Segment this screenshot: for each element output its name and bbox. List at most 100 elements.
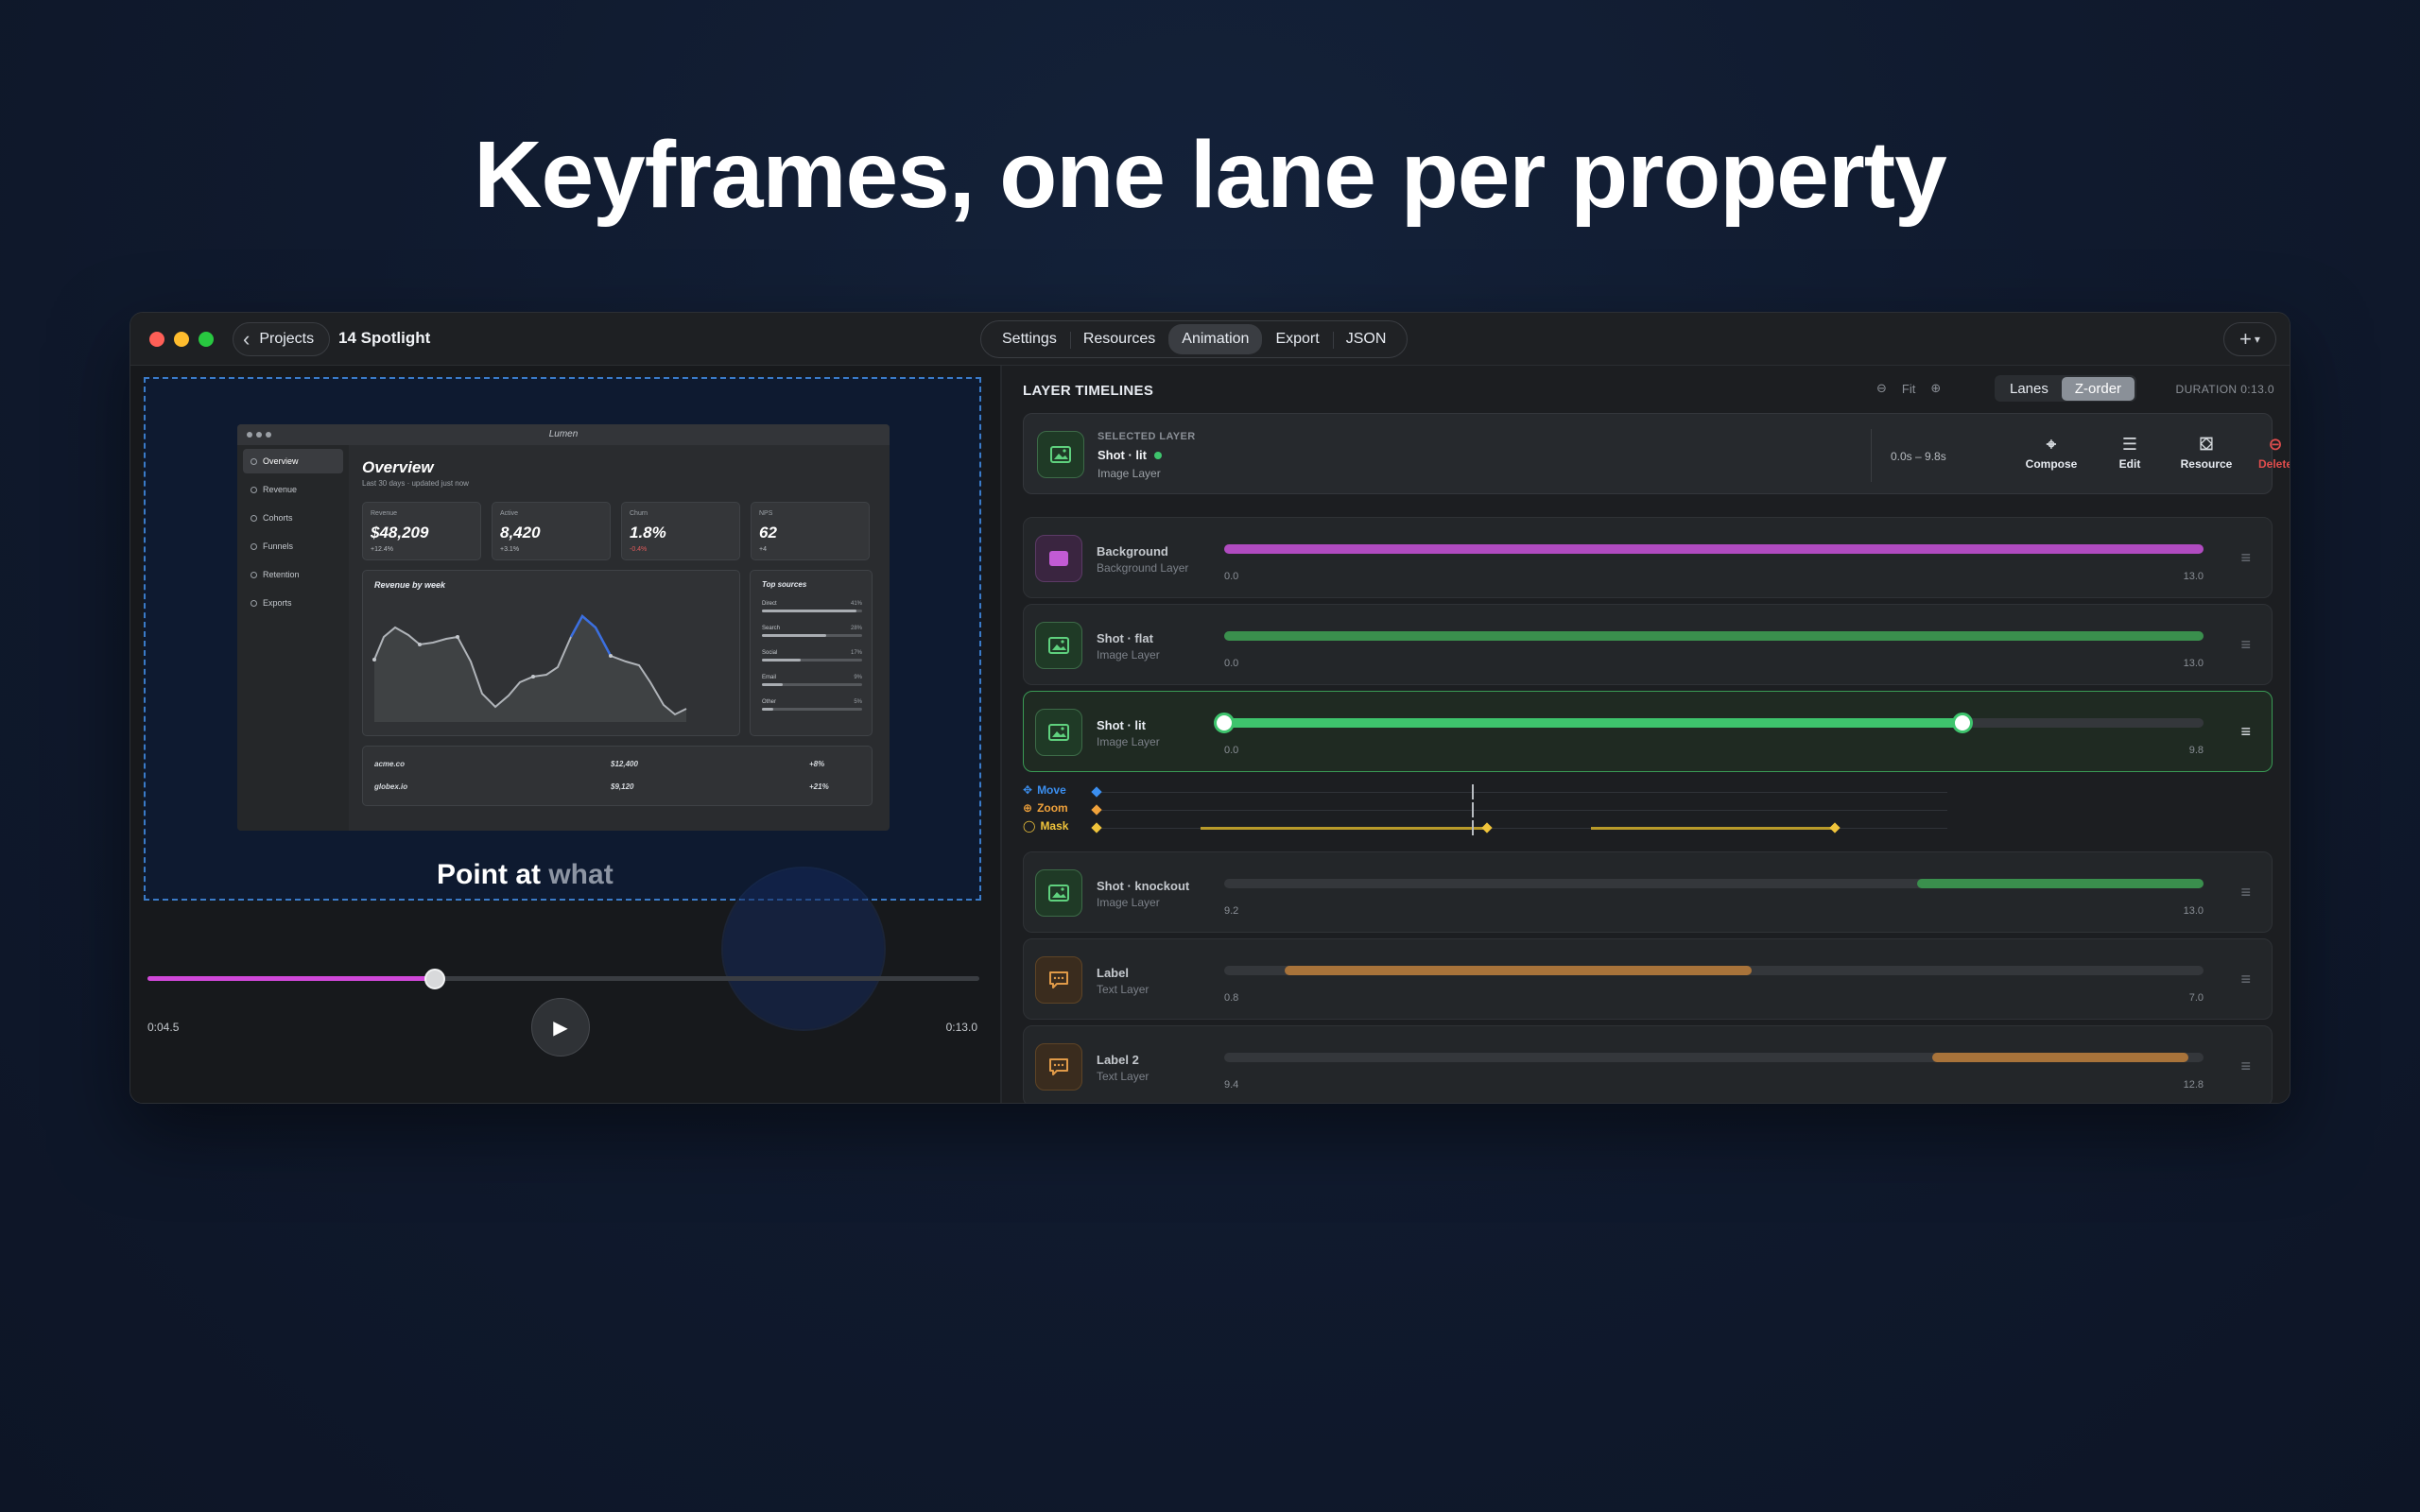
drag-handle-icon[interactable]: ≡ [2240, 1057, 2251, 1076]
preview-canvas[interactable]: Lumen Overview Revenue Cohorts Funnels R… [144, 377, 981, 901]
app-window: ‹ Projects 14 Spotlight Settings Resourc… [130, 312, 2290, 1104]
property-track[interactable] [1091, 784, 1947, 799]
add-menu-button[interactable]: + ▾ [2223, 322, 2276, 356]
drag-handle-icon[interactable]: ≡ [2240, 722, 2251, 742]
tab-json[interactable]: JSON [1333, 324, 1400, 354]
selected-layer-name: Shot · lit [1098, 448, 1162, 462]
fit-button[interactable]: Fit [1902, 382, 1915, 396]
main-tabs: Settings Resources Animation Export JSON [980, 320, 1409, 358]
mock-heading: Overview [362, 458, 434, 476]
mock-sidebar: Overview Revenue Cohorts Funnels Retenti… [237, 445, 349, 831]
tab-animation[interactable]: Animation [1168, 324, 1263, 354]
range-end-handle[interactable] [1951, 713, 1973, 733]
mock-nav-item: Funnels [243, 534, 343, 558]
layer-range-bar[interactable] [1224, 544, 2204, 554]
keyframe-diamond[interactable] [1481, 822, 1493, 833]
playback-scrubber[interactable] [147, 969, 979, 989]
layer-type: Image Layer [1097, 735, 1160, 748]
layer-range-bar[interactable] [1224, 718, 1962, 728]
layer-lane-label[interactable]: Label Text Layer 0.8 7.0 ≡ [1023, 938, 2273, 1020]
lanes-mode-button[interactable]: Lanes [1996, 377, 2062, 401]
timelines-pane: LAYER TIMELINES ⊖ Fit ⊕ Lanes Z-order DU… [1002, 366, 2290, 1103]
layer-name: Shot · lit [1097, 718, 1146, 732]
property-lane-zoom: ⊕ Zoom [1023, 801, 1968, 818]
property-label[interactable]: ◯ Mask [1023, 819, 1068, 833]
minus-circle-icon: ⊖ [2268, 435, 2283, 454]
move-arrows-icon: ✥ [1023, 783, 1033, 797]
layer-start: 0.0 [1224, 745, 1239, 756]
property-track[interactable] [1091, 820, 1947, 835]
layer-type: Image Layer [1097, 896, 1160, 909]
layer-lane-shot-flat[interactable]: Shot · flat Image Layer 0.0 13.0 ≡ [1023, 604, 2273, 685]
mock-nav-item: Retention [243, 562, 343, 587]
layer-lane-background[interactable]: Background Background Layer 0.0 13.0 ≡ [1023, 517, 2273, 598]
layer-lane-label-2[interactable]: Label 2 Text Layer 9.4 12.8 ≡ [1023, 1025, 2273, 1103]
layer-range-bar[interactable] [1917, 879, 2204, 888]
tab-resources[interactable]: Resources [1070, 324, 1168, 354]
hero-title: Keyframes, one lane per property [474, 122, 1946, 228]
layer-track[interactable] [1224, 544, 2204, 554]
tab-settings[interactable]: Settings [989, 324, 1071, 354]
layer-range-bar[interactable] [1224, 631, 2204, 641]
layer-start: 9.2 [1224, 905, 1239, 917]
zoom-in-icon[interactable]: ⊕ [1930, 381, 1941, 396]
layer-lane-shot-knockout[interactable]: Shot · knockout Image Layer 9.2 13.0 ≡ [1023, 851, 2273, 933]
layer-start: 0.8 [1224, 992, 1239, 1004]
drag-handle-icon[interactable]: ≡ [2240, 883, 2251, 902]
delete-button[interactable]: ⊖ Delete [2251, 435, 2290, 471]
resource-button[interactable]: ⛋ Resource [2173, 435, 2239, 471]
zoom-out-icon[interactable]: ⊖ [1876, 381, 1887, 396]
layer-track[interactable] [1224, 879, 2204, 888]
keyframe-diamond[interactable] [1828, 822, 1841, 833]
current-time: 0:04.5 [147, 1021, 180, 1034]
property-label[interactable]: ✥ Move [1023, 783, 1066, 797]
keyframe-diamond[interactable] [1091, 822, 1102, 833]
drag-handle-icon[interactable]: ≡ [2240, 635, 2251, 655]
property-label[interactable]: ⊕ Zoom [1023, 801, 1068, 815]
drag-handle-icon[interactable]: ≡ [2240, 548, 2251, 568]
scrubber-thumb[interactable] [424, 969, 446, 989]
source-bar-fill [762, 634, 827, 637]
layer-type: Background Layer [1097, 561, 1189, 575]
layer-track[interactable] [1214, 713, 2204, 733]
layer-track[interactable] [1224, 966, 2204, 975]
mock-nav-item: Revenue [243, 477, 343, 502]
keyframe-interpolation-segment [1591, 827, 1835, 830]
mock-source-row: Direct 41% [762, 601, 862, 612]
layer-start: 0.0 [1224, 571, 1239, 582]
mock-kpi-card: NPS 62 +4 [751, 502, 870, 560]
image-layer-icon [1037, 431, 1084, 478]
keyframe-diamond[interactable] [1091, 804, 1102, 816]
keyframe-interpolation-segment [1201, 827, 1488, 830]
minimize-window-button[interactable] [174, 332, 189, 347]
mock-chart-svg [372, 614, 687, 722]
keyframe-diamond[interactable] [1091, 786, 1102, 798]
layer-track[interactable] [1224, 631, 2204, 641]
z-order-mode-button[interactable]: Z-order [2061, 376, 2135, 401]
edit-button[interactable]: ☰ Edit [2097, 435, 2163, 471]
mock-nav-item: Overview [243, 449, 343, 473]
duration-readout: DURATION 0:13.0 [2175, 383, 2274, 396]
layer-end: 13.0 [2183, 571, 2204, 582]
back-to-projects-button[interactable]: ‹ Projects [233, 322, 331, 356]
mock-app-screenshot: Lumen Overview Revenue Cohorts Funnels R… [237, 424, 890, 831]
layer-start: 0.0 [1224, 658, 1239, 669]
zoom-window-button[interactable] [199, 332, 214, 347]
layer-track[interactable] [1224, 1053, 2204, 1062]
compose-button[interactable]: ⌖ Compose [2018, 435, 2084, 471]
range-start-handle[interactable] [1214, 713, 1235, 733]
layer-end: 9.8 [2188, 745, 2204, 756]
layer-range-bar[interactable] [1284, 966, 1752, 975]
source-bar-fill [762, 683, 783, 686]
property-track[interactable] [1091, 802, 1947, 817]
close-window-button[interactable] [149, 332, 164, 347]
drag-handle-icon[interactable]: ≡ [2240, 970, 2251, 989]
layer-range-bar[interactable] [1932, 1053, 2189, 1062]
tab-export[interactable]: Export [1262, 324, 1334, 354]
layer-lane-shot-lit[interactable]: Shot · lit Image Layer 0.0 9.8 ≡ [1023, 691, 2273, 772]
source-bar-fill [762, 708, 774, 711]
selected-layer-range: 0.0s – 9.8s [1891, 450, 1946, 463]
playhead-marker [1471, 784, 1474, 799]
layer-end: 7.0 [2188, 992, 2204, 1004]
play-button[interactable]: ▶ [531, 998, 590, 1057]
